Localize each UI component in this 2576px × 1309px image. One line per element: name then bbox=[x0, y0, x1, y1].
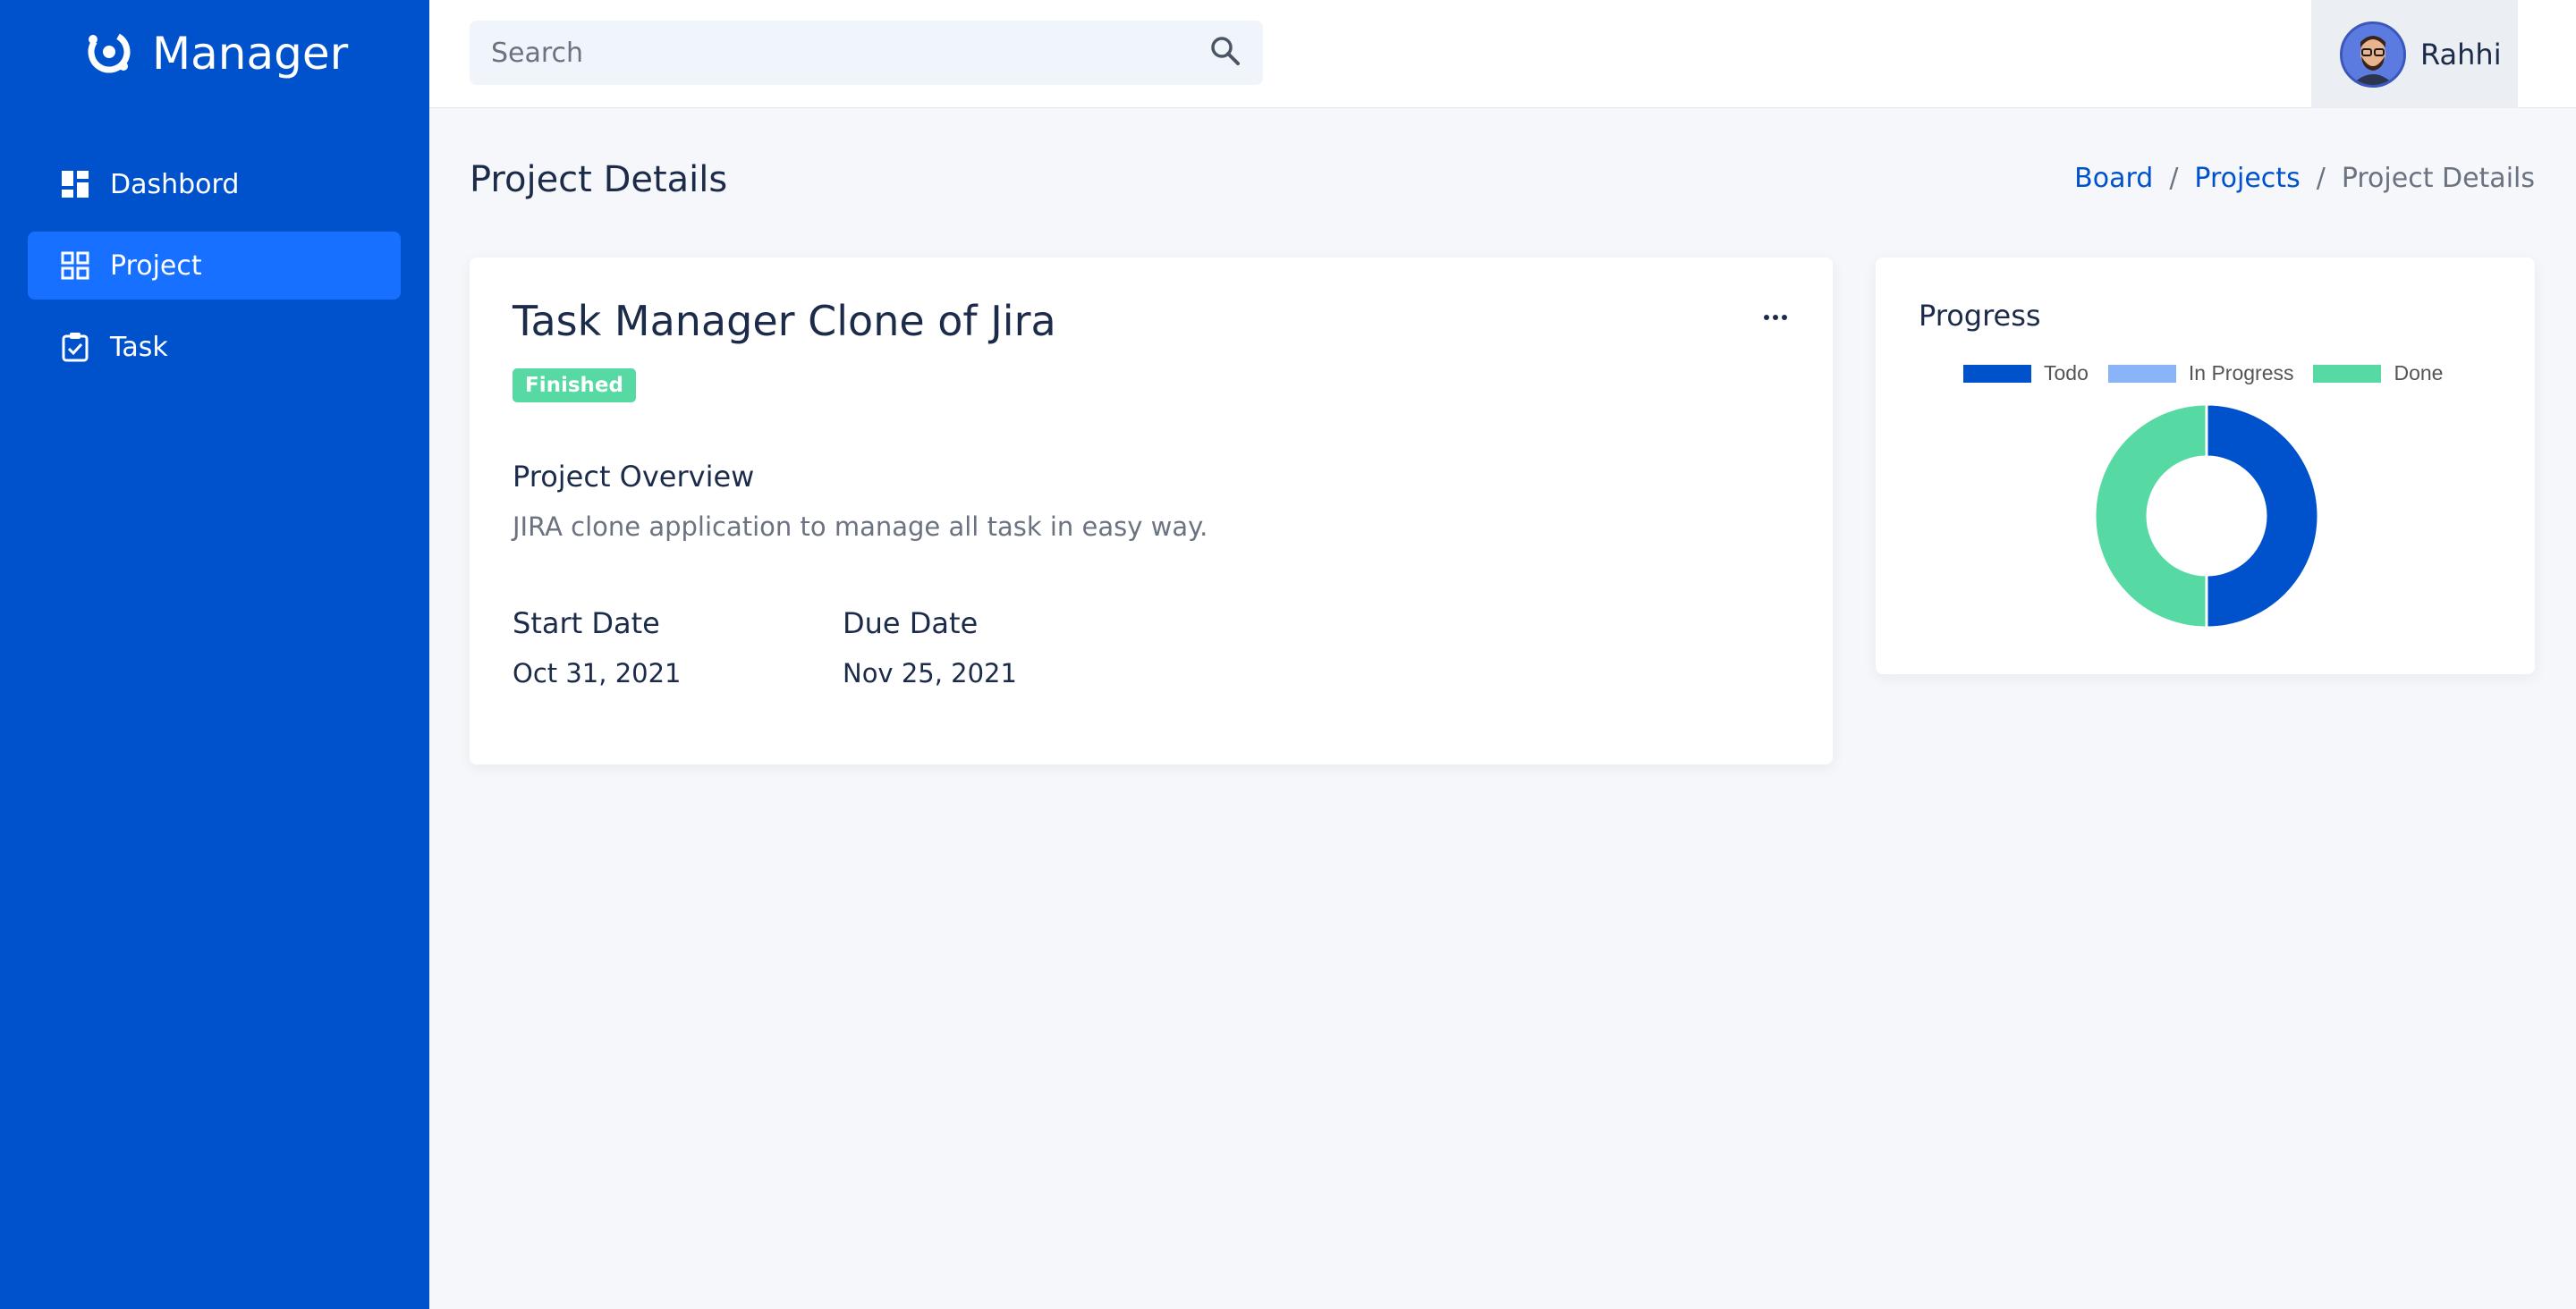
page-title: Project Details bbox=[470, 159, 728, 200]
top-header: Rahhi bbox=[429, 0, 2576, 108]
status-badge: Finished bbox=[513, 368, 636, 402]
sidebar-item-task[interactable]: Task bbox=[28, 313, 401, 381]
dashboard-icon bbox=[60, 169, 90, 199]
legend-swatch bbox=[2107, 364, 2176, 383]
overview-heading: Project Overview bbox=[513, 460, 755, 494]
start-date-label: Start Date bbox=[513, 606, 660, 640]
donut-slice-done[interactable] bbox=[2094, 403, 2208, 629]
breadcrumb-projects[interactable]: Projects bbox=[2194, 163, 2300, 194]
grid-icon bbox=[60, 250, 90, 281]
more-options-button[interactable] bbox=[1756, 304, 1795, 331]
breadcrumb: Board / Projects / Project Details bbox=[2074, 163, 2535, 194]
more-dot bbox=[1764, 315, 1769, 320]
search-icon[interactable] bbox=[1209, 35, 1241, 71]
sidebar-item-label: Dashbord bbox=[110, 168, 240, 200]
clipboard-check-icon bbox=[60, 332, 90, 362]
brand-name: Manager bbox=[152, 28, 349, 80]
start-date-value: Oct 31, 2021 bbox=[513, 658, 682, 688]
due-date-label: Due Date bbox=[843, 606, 979, 640]
more-dot bbox=[1782, 315, 1787, 320]
breadcrumb-separator: / bbox=[2316, 163, 2326, 194]
sidebar: Manager Dashbord Project Task bbox=[0, 0, 429, 1309]
donut-slice-todo[interactable] bbox=[2205, 403, 2319, 629]
legend-label: Todo bbox=[2044, 361, 2089, 384]
legend-item[interactable]: Done bbox=[2313, 361, 2443, 385]
progress-title: Progress bbox=[1919, 299, 2041, 333]
chart-legend: Todo In Progress Done bbox=[1963, 361, 2443, 385]
overview-text: JIRA clone application to manage all tas… bbox=[513, 511, 1208, 542]
due-date-value: Nov 25, 2021 bbox=[843, 658, 1017, 688]
legend-label: In Progress bbox=[2188, 361, 2294, 384]
search-input[interactable] bbox=[491, 37, 1200, 69]
breadcrumb-current: Project Details bbox=[2341, 163, 2535, 194]
progress-card: Progress Todo In Progress Done bbox=[1876, 258, 2535, 674]
user-menu[interactable]: Rahhi bbox=[2311, 0, 2518, 108]
breadcrumb-separator: / bbox=[2169, 163, 2179, 194]
legend-label: Done bbox=[2394, 361, 2444, 384]
sidebar-item-project[interactable]: Project bbox=[28, 232, 401, 300]
brand-logo[interactable]: Manager bbox=[84, 25, 348, 82]
sidebar-item-dashboard[interactable]: Dashbord bbox=[28, 150, 401, 218]
legend-item[interactable]: Todo bbox=[1963, 361, 2089, 385]
more-dot bbox=[1773, 315, 1778, 320]
logo-icon bbox=[84, 27, 134, 80]
project-title: Task Manager Clone of Jira bbox=[513, 297, 1056, 345]
breadcrumb-board[interactable]: Board bbox=[2074, 163, 2153, 194]
avatar bbox=[2340, 21, 2406, 88]
user-name: Rahhi bbox=[2420, 37, 2502, 72]
project-details-card: Task Manager Clone of Jira Finished Proj… bbox=[470, 258, 1833, 764]
progress-donut-chart bbox=[2094, 403, 2319, 629]
sidebar-item-label: Task bbox=[110, 331, 168, 363]
search-bar bbox=[470, 21, 1263, 85]
legend-swatch bbox=[1963, 364, 2031, 383]
legend-swatch bbox=[2313, 364, 2382, 383]
sidebar-item-label: Project bbox=[110, 249, 202, 282]
legend-item[interactable]: In Progress bbox=[2107, 361, 2294, 385]
